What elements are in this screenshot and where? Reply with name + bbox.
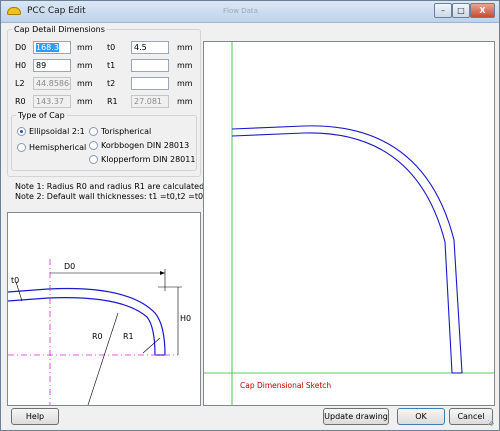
d0-label: D0 — [15, 43, 27, 52]
l2-label: L2 — [15, 79, 25, 88]
d0-arrowhead — [160, 271, 165, 275]
l2-input: 44.858644 — [33, 77, 71, 90]
d0-unit: mm — [77, 43, 93, 52]
dialog-body: Cap Detail Dimensions D0 168.3 mm H0 89 … — [5, 23, 495, 427]
t0-label: t0 — [107, 43, 116, 52]
update-drawing-button[interactable]: Update drawing — [323, 408, 389, 425]
r1-input: 27.081 — [131, 95, 169, 108]
dimensions-group-label: Cap Detail Dimensions — [14, 25, 105, 34]
radio-korbbogen-label[interactable]: Korbbogen DIN 28013 — [101, 141, 189, 150]
radio-ellipsoidal[interactable] — [17, 127, 26, 136]
radio-ellipsoidal-label[interactable]: Ellipsoidal 2:1 — [29, 127, 85, 136]
cap-app-icon — [7, 7, 21, 15]
cap-sketch: Cap Dimensional Sketch — [204, 42, 494, 405]
t0-unit: mm — [177, 43, 193, 52]
reference-diagram: D0 t0 H0 R0 R1 — [7, 259, 191, 406]
resize-grip[interactable] — [488, 420, 494, 426]
diagram-r1-label: R1 — [123, 332, 134, 341]
diagram-h0-label: H0 — [180, 314, 191, 323]
r1-unit: mm — [177, 97, 193, 106]
r0-label: R0 — [15, 97, 26, 106]
t1-input[interactable] — [131, 59, 169, 72]
diagram-r0-label: R0 — [92, 332, 103, 341]
cap-type-group-label: Type of Cap — [18, 111, 65, 120]
cancel-button[interactable]: Cancel — [449, 408, 493, 425]
l2-unit: mm — [77, 79, 93, 88]
radio-torispherical[interactable] — [89, 127, 98, 136]
h0-unit: mm — [77, 61, 93, 70]
cap-edit-window: PCC Cap Edit Flow Data – □ X Cap Detail … — [0, 0, 500, 431]
radio-torispherical-label[interactable]: Torispherical — [101, 127, 151, 136]
r1-leader-line — [142, 337, 161, 354]
t0-input[interactable]: 4.5 — [131, 41, 169, 54]
h0-label: H0 — [15, 61, 27, 70]
maximize-button[interactable]: □ — [452, 3, 470, 18]
radio-hemispherical[interactable] — [17, 143, 26, 152]
sketch-panel: Cap Dimensional Sketch — [203, 41, 495, 406]
help-button[interactable]: Help — [11, 408, 59, 425]
ok-button[interactable]: OK — [397, 408, 445, 425]
note-2: Note 2: Default wall thicknesses: t1 =t0… — [15, 192, 206, 201]
title-bar[interactable]: PCC Cap Edit Flow Data – □ X — [1, 1, 499, 23]
close-button[interactable]: X — [470, 3, 495, 18]
radio-klopperform[interactable] — [89, 155, 98, 164]
r0-leader-line — [87, 312, 119, 406]
t2-input[interactable] — [131, 77, 169, 90]
background-window-title: Flow Data — [223, 7, 258, 15]
t2-label: t2 — [107, 79, 116, 88]
r0-input: 143.37 — [33, 95, 71, 108]
r1-label: R1 — [107, 97, 118, 106]
reference-diagram-panel: D0 t0 H0 R0 R1 — [7, 212, 201, 406]
diagram-t0-label: t0 — [11, 276, 19, 285]
note-1: Note 1: Radius R0 and radius R1 are calc… — [15, 182, 205, 191]
r0-unit: mm — [77, 97, 93, 106]
d0-input[interactable]: 168.3 — [33, 41, 71, 54]
d0-value: 168.3 — [36, 43, 59, 52]
diagram-d0-label: D0 — [64, 262, 75, 271]
minimize-button[interactable]: – — [434, 3, 452, 18]
radio-korbbogen[interactable] — [89, 141, 98, 150]
h0-input[interactable]: 89 — [33, 59, 71, 72]
cap-outline — [7, 287, 166, 356]
radio-klopperform-label[interactable]: Klopperform DIN 28011 — [101, 155, 195, 164]
t1-unit: mm — [177, 61, 193, 70]
t1-label: t1 — [107, 61, 116, 70]
sketch-cap-outline — [231, 125, 463, 374]
radio-hemispherical-label[interactable]: Hemispherical — [29, 143, 86, 152]
t2-unit: mm — [177, 79, 193, 88]
window-title: PCC Cap Edit — [27, 6, 86, 16]
sketch-caption: Cap Dimensional Sketch — [240, 381, 331, 390]
